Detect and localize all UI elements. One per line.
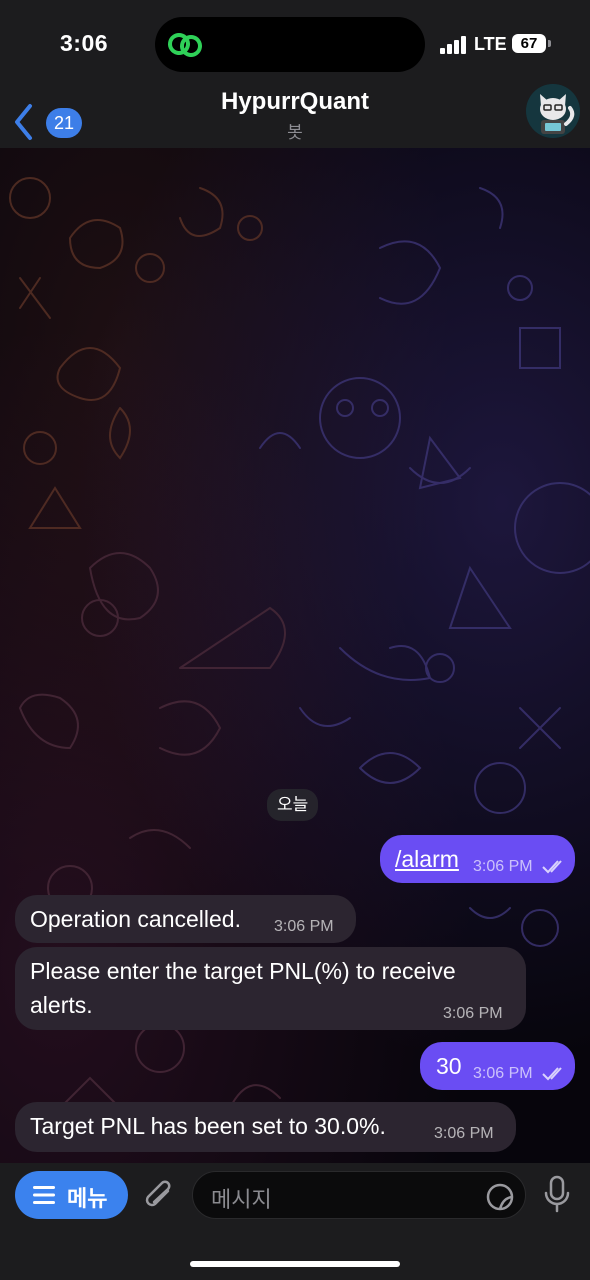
message-text: Target PNL has been set to 30.0%. — [30, 1113, 386, 1139]
home-indicator — [190, 1261, 400, 1267]
chat-title[interactable]: HypurrQuant — [0, 88, 590, 116]
message-time: 3:06 PM — [473, 1065, 533, 1082]
message-time: 3:06 PM — [473, 858, 533, 875]
chat-header: HypurrQuant 봇 21 — [0, 84, 590, 148]
dynamic-island — [155, 17, 425, 72]
status-time: 3:06 — [60, 30, 109, 56]
chevron-left-icon — [15, 104, 32, 140]
message-text: Please enter the target PNL(%) to receiv… — [30, 958, 456, 1018]
signal-icon — [440, 36, 466, 54]
composer-bar: 메뉴 메시지 — [0, 1163, 590, 1280]
message-bubble-outgoing[interactable]: /alarm 3:06 PM — [380, 835, 575, 883]
message-text[interactable]: /alarm — [395, 842, 459, 876]
bot-menu-button[interactable]: 메뉴 — [15, 1171, 128, 1219]
network-type: LTE — [474, 34, 507, 54]
status-bar: 3:06 LTE 67 — [0, 0, 590, 88]
date-separator: 오늘 — [267, 789, 319, 821]
message-bubble-incoming[interactable]: Operation cancelled. 3:06 PM — [15, 895, 356, 943]
message-bubble-incoming[interactable]: Please enter the target PNL(%) to receiv… — [15, 947, 526, 1030]
unread-count-badge: 21 — [46, 108, 82, 138]
microphone-icon[interactable] — [542, 1175, 572, 1215]
chat-subtitle: 봇 — [287, 123, 303, 142]
read-checkmarks-icon — [542, 860, 562, 874]
message-time: 3:06 PM — [274, 918, 334, 935]
message-bubble-incoming[interactable]: Target PNL has been set to 30.0%. 3:06 P… — [15, 1102, 516, 1152]
cat-avatar-icon — [526, 84, 580, 138]
activity-link-icon — [168, 33, 202, 57]
sticker-icon[interactable] — [485, 1182, 515, 1212]
message-input-placeholder: 메시지 — [211, 1187, 272, 1212]
message-text: Operation cancelled. — [30, 906, 241, 932]
battery-nub — [548, 40, 551, 47]
message-text: 30 — [436, 1053, 462, 1079]
paperclip-icon[interactable] — [142, 1177, 176, 1213]
back-button[interactable]: 21 — [10, 96, 82, 140]
message-input[interactable]: 메시지 — [192, 1171, 526, 1219]
bot-avatar[interactable] — [526, 84, 580, 138]
message-bubble-outgoing[interactable]: 30 3:06 PM — [420, 1042, 575, 1090]
hamburger-menu-icon — [33, 1186, 55, 1204]
message-time: 3:06 PM — [443, 1005, 503, 1022]
battery-icon: 67 — [512, 34, 546, 53]
message-time: 3:06 PM — [434, 1125, 494, 1142]
read-checkmarks-icon — [542, 1067, 562, 1081]
menu-label: 메뉴 — [67, 1186, 108, 1211]
